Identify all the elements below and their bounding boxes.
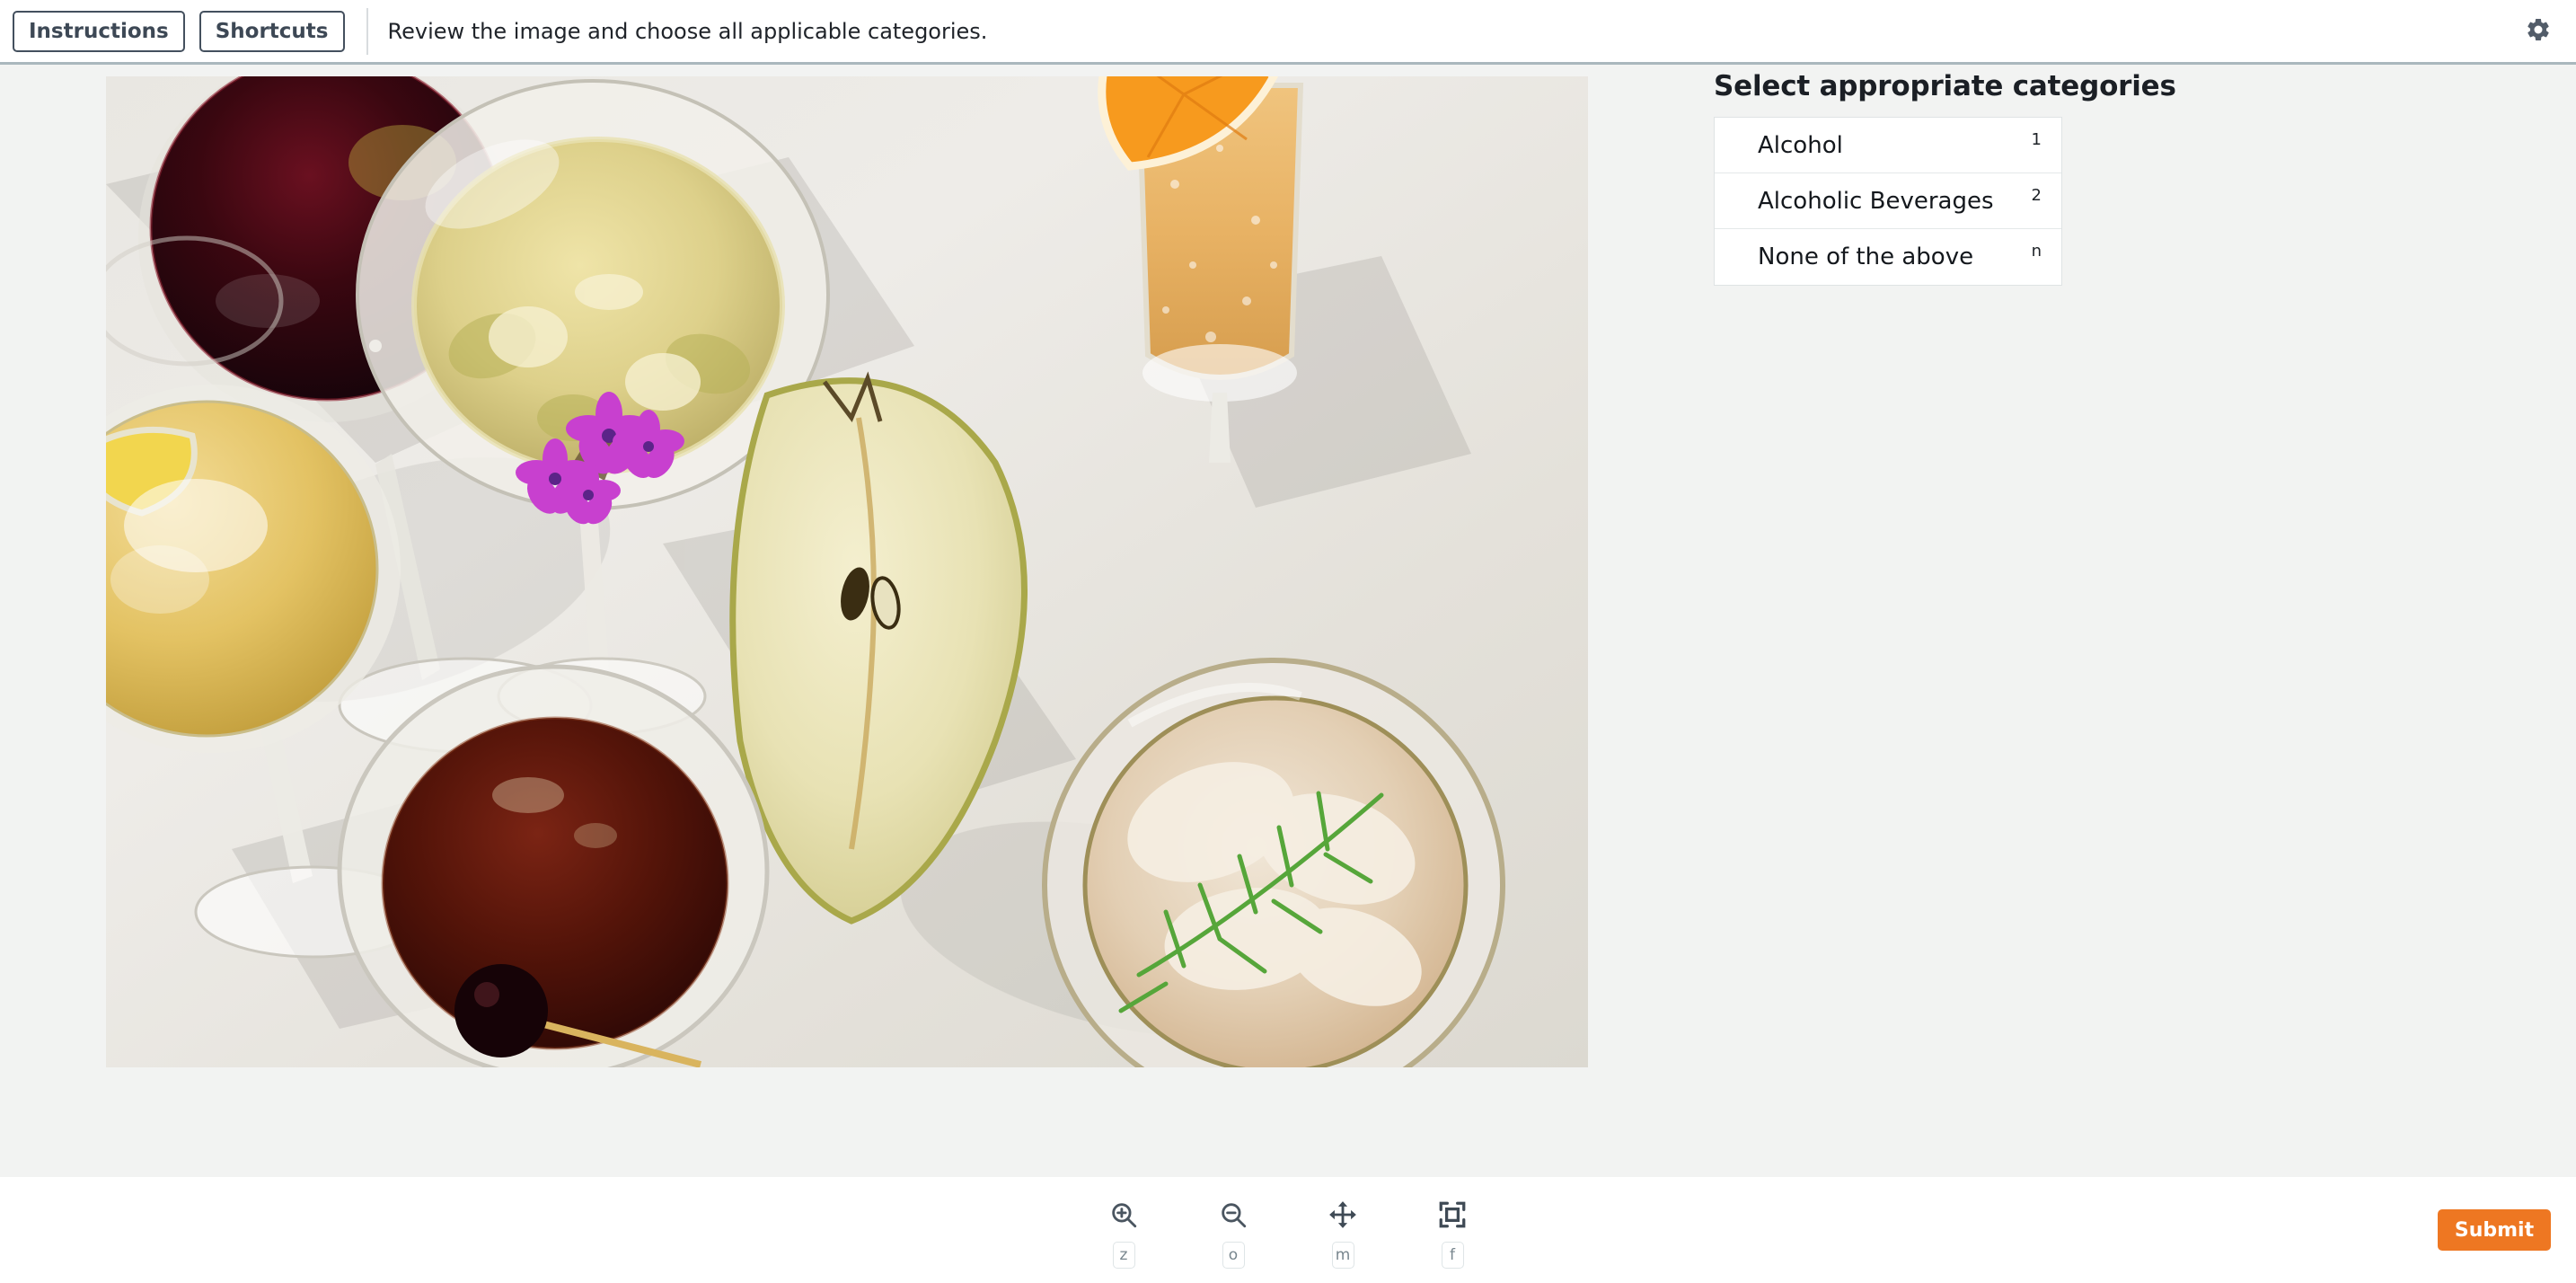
fit-to-screen-icon (1437, 1195, 1468, 1234)
move-button[interactable]: m (1309, 1195, 1377, 1269)
category-list: Alcohol 1 Alcoholic Beverages 2 None of … (1714, 117, 2062, 286)
zoom-out-shortcut: o (1222, 1242, 1245, 1269)
category-shortcut-key: n (2031, 242, 2042, 261)
annotation-app: Instructions Shortcuts Review the image … (0, 0, 2576, 1283)
toolbar-divider (366, 7, 368, 55)
zoom-out-button[interactable]: o (1199, 1195, 1267, 1269)
move-arrows-icon (1328, 1195, 1358, 1234)
magnifier-minus-icon (1218, 1195, 1248, 1234)
top-toolbar: Instructions Shortcuts Review the image … (0, 0, 2576, 65)
panel-title: Select appropriate categories (1714, 70, 2176, 102)
instructions-button[interactable]: Instructions (13, 10, 185, 52)
settings-button[interactable] (2519, 12, 2558, 51)
shortcuts-button[interactable]: Shortcuts (198, 10, 345, 52)
submit-button[interactable]: Submit (2438, 1209, 2551, 1251)
category-label: Alcohol (1758, 131, 1843, 159)
category-shortcut-key: 1 (2031, 130, 2042, 149)
bottom-toolbar: z o m f Submit (0, 1177, 2576, 1283)
dark-cocktail-glass (337, 664, 770, 1067)
image-tools: z o m f (1090, 1195, 1486, 1269)
category-option-none-of-the-above[interactable]: None of the above n (1715, 229, 2061, 285)
category-option-alcohol[interactable]: Alcohol 1 (1715, 118, 2061, 173)
fit-shortcut: f (1441, 1242, 1464, 1269)
gear-icon (2525, 16, 2552, 47)
rocks-glass (1042, 658, 1505, 1067)
categories-panel: Select appropriate categories Alcohol 1 … (1714, 70, 2253, 286)
image-viewer[interactable] (106, 76, 1588, 1067)
category-label: None of the above (1758, 243, 1974, 270)
zoom-in-shortcut: z (1112, 1242, 1135, 1269)
category-shortcut-key: 2 (2031, 186, 2042, 205)
magnifier-plus-icon (1108, 1195, 1139, 1234)
category-option-alcoholic-beverages[interactable]: Alcoholic Beverages 2 (1715, 173, 2061, 229)
move-shortcut: m (1331, 1242, 1354, 1269)
workspace: Select appropriate categories Alcohol 1 … (0, 65, 2576, 1177)
zoom-in-button[interactable]: z (1090, 1195, 1158, 1269)
category-label: Alcoholic Beverages (1758, 187, 1994, 215)
annotation-image[interactable] (106, 76, 1588, 1067)
fit-to-screen-button[interactable]: f (1418, 1195, 1486, 1269)
task-instruction-text: Review the image and choose all applicab… (387, 18, 988, 44)
